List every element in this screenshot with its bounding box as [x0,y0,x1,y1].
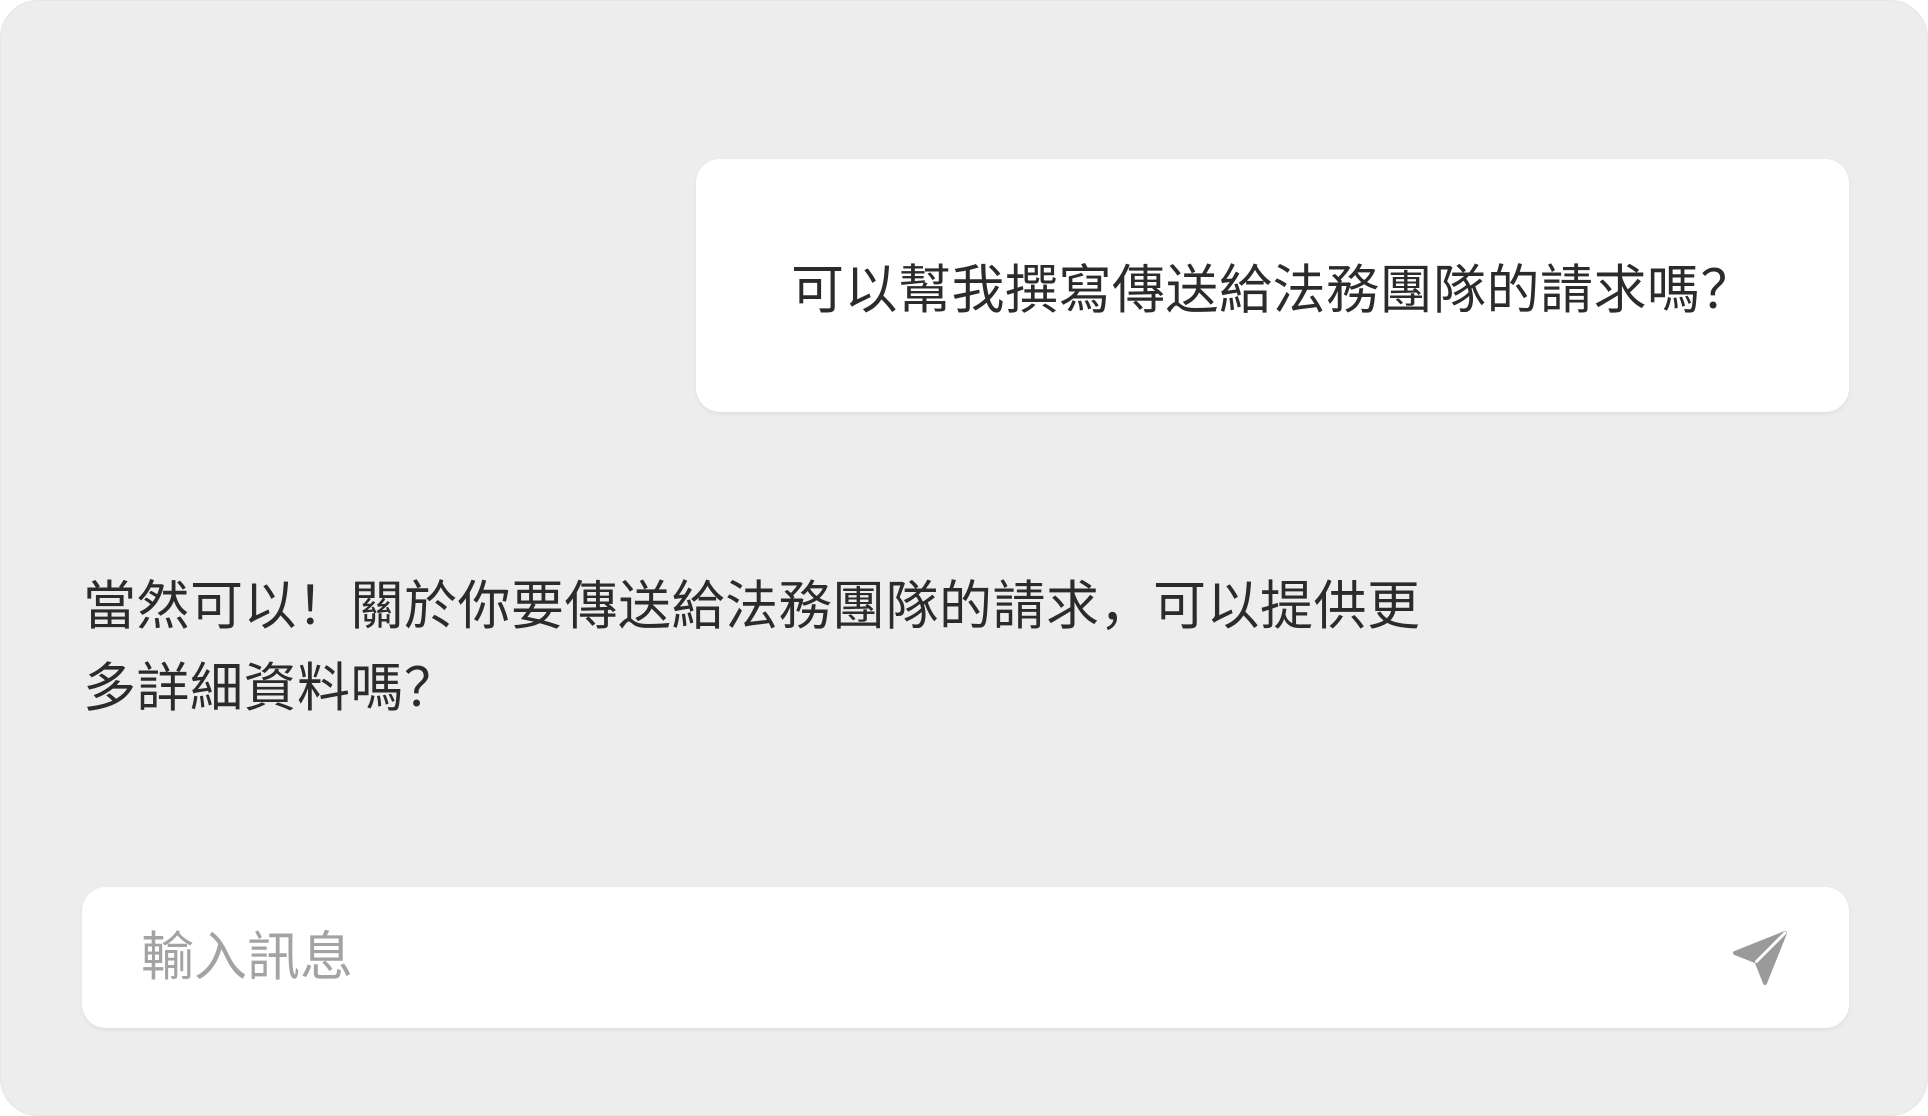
message-composer [82,887,1849,1028]
assistant-message: 當然可以！關於你要傳送給法務團隊的請求，可以提供更 多詳細資料嗎？ [83,566,1553,730]
chat-panel: 可以幫我撰寫傳送給法務團隊的請求嗎？ 當然可以！關於你要傳送給法務團隊的請求，可… [0,0,1928,1116]
send-button[interactable] [1725,923,1795,993]
message-input[interactable] [141,887,1701,1028]
send-icon [1733,931,1787,985]
assistant-message-line-2: 多詳細資料嗎？ [83,658,458,719]
assistant-message-line-1: 當然可以！關於你要傳送給法務團隊的請求，可以提供更 [83,576,1421,637]
user-message-text: 可以幫我撰寫傳送給法務團隊的請求嗎？ [791,259,1754,321]
user-message-bubble: 可以幫我撰寫傳送給法務團隊的請求嗎？ [696,159,1849,412]
